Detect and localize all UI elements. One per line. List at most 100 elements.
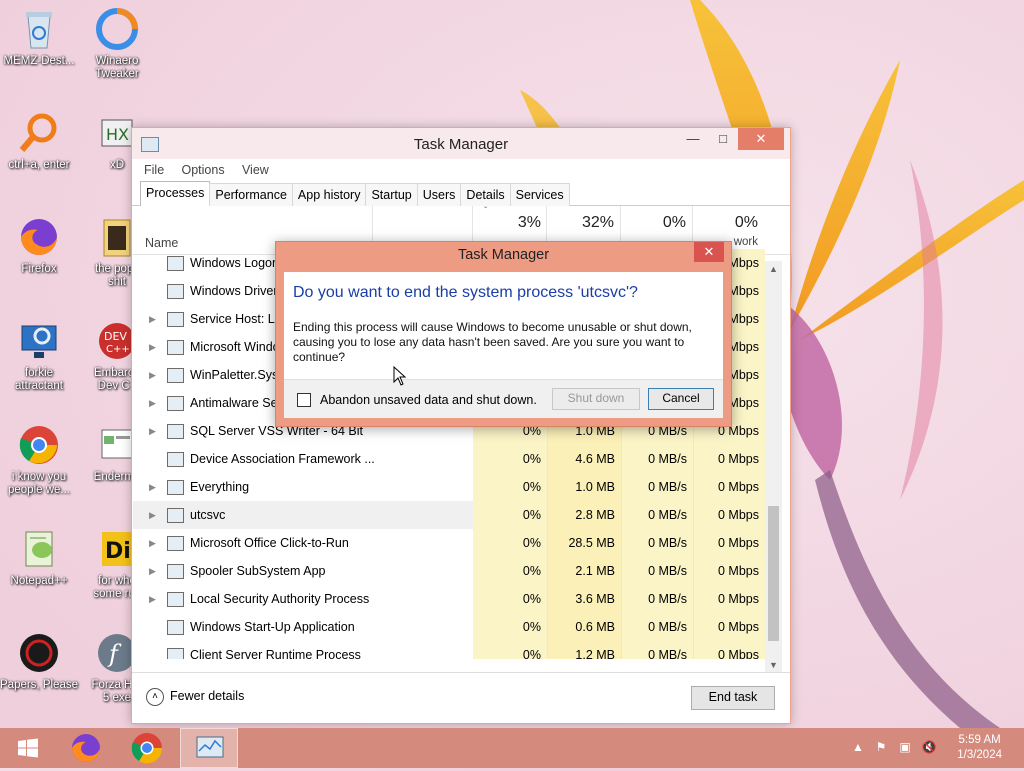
column-disk-pct[interactable]: 0% — [622, 214, 686, 232]
scrollbar-thumb[interactable] — [768, 506, 779, 641]
cell-disk: 0 MB/s — [621, 557, 693, 585]
end-task-button[interactable]: End task — [691, 686, 775, 710]
cell-memory: 1.0 MB — [547, 473, 621, 501]
menu-bar: File Options View — [132, 159, 790, 181]
table-row[interactable]: ▶ Local Security Authority Process 0% 3.6 M… — [133, 585, 769, 613]
tab-details[interactable]: Details — [460, 183, 511, 206]
table-row[interactable]: Windows Start-Up Application 0% 0.6 MB 0 MB… — [133, 613, 769, 641]
column-cpu-pct[interactable]: 3% — [477, 214, 541, 232]
expand-arrow-icon[interactable]: ▶ — [149, 389, 156, 417]
desktop-icon-firefox[interactable]: Firefox — [0, 214, 78, 276]
abandon-data-checkbox[interactable] — [297, 393, 311, 407]
start-button[interactable] — [0, 728, 56, 768]
process-name: Spooler SubSystem App — [190, 564, 326, 578]
process-icon — [167, 424, 184, 439]
column-network-pct[interactable]: 0% — [694, 214, 758, 232]
clock[interactable]: 5:59 AM 1/3/2024 — [957, 733, 1002, 763]
expand-arrow-icon[interactable]: ▶ — [149, 557, 156, 585]
process-icon — [167, 620, 184, 635]
action-center-flag-icon[interactable]: ⚑ — [873, 740, 889, 756]
desktop-icon-label: MEMZ-Dest... — [3, 55, 75, 67]
process-icon — [167, 256, 184, 271]
tab-users[interactable]: Users — [416, 183, 462, 206]
chrome-icon — [131, 733, 163, 764]
expand-arrow-icon[interactable]: ▶ — [149, 417, 156, 445]
cell-disk: 0 MB/s — [621, 501, 693, 529]
desktop-icon-label: Firefox — [21, 263, 57, 275]
cell-cpu: 0% — [473, 585, 547, 613]
expand-arrow-icon[interactable]: ▶ — [149, 501, 156, 529]
desktop-icon-notepadpp[interactable]: Notepad++ — [0, 526, 78, 588]
table-row[interactable]: ▶ Microsoft Office Click-to-Run 0% 28.5 MB 0… — [133, 529, 769, 557]
expand-arrow-icon[interactable]: ▶ — [149, 361, 156, 389]
taskbar-firefox[interactable] — [58, 728, 114, 768]
tab-app-history[interactable]: App history — [291, 183, 367, 206]
table-row[interactable]: ▶ utcsvc 0% 2.8 MB 0 MB/s 0 Mbps — [133, 501, 769, 529]
desktop-icon-label: Notepad++ — [10, 575, 68, 587]
process-icon — [167, 340, 184, 355]
desktop-icon-papers-please[interactable]: Papers, Please — [0, 630, 78, 692]
cancel-button[interactable]: Cancel — [648, 388, 714, 410]
cell-disk: 0 MB/s — [621, 641, 693, 659]
table-row[interactable]: Client Server Runtime Process 0% 1.2 MB 0 M… — [133, 641, 769, 659]
desktop-icon-ctrl-a[interactable]: ctrl+a, enter — [0, 110, 78, 172]
expand-arrow-icon[interactable]: ▶ — [149, 529, 156, 557]
end-process-dialog[interactable]: Task Manager ✕ Do you want to end the sy… — [275, 241, 732, 427]
cell-cpu: 0% — [473, 529, 547, 557]
title-bar[interactable]: Task Manager ― □ ✕ — [132, 128, 790, 159]
desktop-icon-memz[interactable]: MEMZ-Dest... — [0, 6, 78, 68]
tab-strip: Processes Performance App history Startup Us… — [132, 181, 790, 206]
minimize-button[interactable]: ― — [678, 128, 708, 150]
expand-arrow-icon[interactable]: ▶ — [149, 333, 156, 361]
cell-cpu: 0% — [473, 641, 547, 659]
column-memory-pct[interactable]: 32% — [550, 214, 614, 232]
task-manager-icon — [196, 736, 224, 758]
table-row[interactable]: ▶ Spooler SubSystem App 0% 2.1 MB 0 MB/s 0 Mb… — [133, 557, 769, 585]
expand-arrow-icon[interactable]: ▶ — [149, 585, 156, 613]
fewer-details-button[interactable]: ˄ Fewer details — [146, 688, 244, 706]
cell-network: 0 Mbps — [693, 585, 765, 613]
menu-file[interactable]: File — [144, 159, 164, 181]
tab-processes[interactable]: Processes — [140, 181, 211, 206]
network-icon[interactable]: ▣ — [897, 740, 913, 756]
cell-disk: 0 MB/s — [621, 473, 693, 501]
volume-muted-icon[interactable]: 🔇 — [921, 740, 937, 756]
tab-startup[interactable]: Startup — [365, 183, 418, 206]
tab-performance[interactable]: Performance — [209, 183, 293, 206]
expand-arrow-icon[interactable]: ▶ — [149, 305, 156, 333]
desktop-icon-label: i know you people we... — [7, 471, 70, 496]
menu-view[interactable]: View — [242, 159, 269, 181]
close-button[interactable]: ✕ — [738, 128, 784, 150]
chevron-up-icon: ˄ — [146, 688, 164, 706]
svg-text:DEV: DEV — [104, 330, 127, 343]
shut-down-button[interactable]: Shut down — [552, 388, 640, 410]
process-icon — [167, 368, 184, 383]
scroll-down-arrow-icon[interactable]: ▼ — [765, 657, 782, 673]
taskbar-task-manager[interactable] — [180, 728, 238, 768]
menu-options[interactable]: Options — [182, 159, 225, 181]
desktop-icon-forkie[interactable]: forkie attractant — [0, 318, 78, 393]
process-icon — [167, 508, 184, 523]
abandon-data-label[interactable]: Abandon unsaved data and shut down. — [320, 393, 537, 407]
expand-arrow-icon[interactable]: ▶ — [149, 473, 156, 501]
process-name: Local Security Authority Process — [190, 592, 370, 606]
taskbar-chrome[interactable] — [119, 728, 175, 768]
papers-please-icon — [20, 634, 58, 672]
tab-services[interactable]: Services — [509, 183, 570, 206]
vertical-scrollbar[interactable]: ▲ ▼ — [765, 261, 782, 673]
column-name[interactable]: Name — [145, 236, 178, 250]
dialog-close-button[interactable]: ✕ — [694, 242, 724, 262]
svg-text:Di: Di — [105, 539, 131, 564]
cell-memory: 3.6 MB — [547, 585, 621, 613]
scroll-up-arrow-icon[interactable]: ▲ — [765, 261, 782, 277]
table-row[interactable]: ▶ Everything 0% 1.0 MB 0 MB/s 0 Mbps — [133, 473, 769, 501]
show-hidden-icons-icon[interactable]: ▲ — [850, 740, 866, 756]
process-name: Microsoft Office Click-to-Run — [190, 536, 349, 550]
table-row[interactable]: Device Association Framework ... 0% 4.6 MB… — [133, 445, 769, 473]
clock-time: 5:59 AM — [958, 734, 1001, 746]
clock-date: 1/3/2024 — [957, 749, 1002, 761]
desktop-icon-winaero[interactable]: Winaero Tweaker — [78, 6, 156, 81]
maximize-button[interactable]: □ — [708, 128, 738, 150]
desktop-icon-chrome-shortcut[interactable]: i know you people we... — [0, 422, 78, 497]
cell-memory: 1.2 MB — [547, 641, 621, 659]
